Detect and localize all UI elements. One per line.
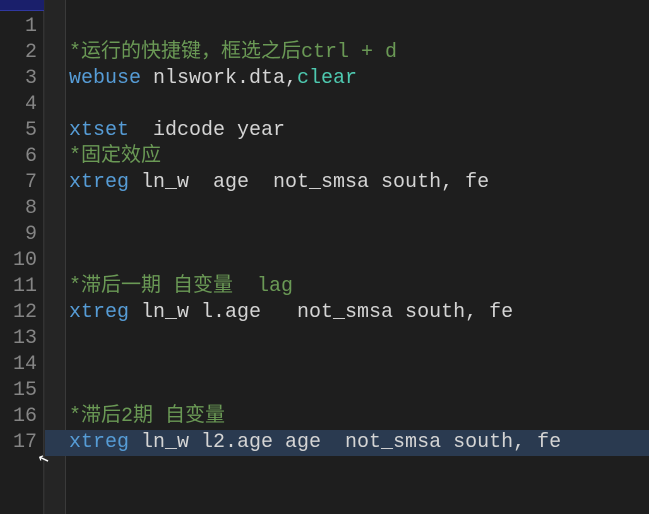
code-line[interactable]: *运行的快捷键，框选之后ctrl + d <box>45 40 649 66</box>
line-number: 7 <box>0 170 37 196</box>
line-number: 3 <box>0 66 37 92</box>
code-token: webuse <box>69 67 141 90</box>
code-editor[interactable]: 1234567891011121314151617 *运行的快捷键，框选之后ct… <box>0 0 649 514</box>
code-line[interactable] <box>45 222 649 248</box>
code-line[interactable] <box>45 352 649 378</box>
code-line[interactable] <box>45 326 649 352</box>
code-line[interactable]: *滞后一期 自变量 lag <box>45 274 649 300</box>
line-number: 1 <box>0 14 37 40</box>
code-token: ln_w l2.age age not_smsa south, fe <box>129 431 561 454</box>
code-line[interactable] <box>45 378 649 404</box>
code-token: idcode year <box>129 119 285 142</box>
line-number: 11 <box>0 274 37 300</box>
code-token: *固定效应 <box>69 145 161 168</box>
code-token: *滞后2期 自变量 <box>69 405 225 428</box>
code-token: clear <box>297 67 357 90</box>
line-number: 9 <box>0 222 37 248</box>
code-area[interactable]: *运行的快捷键，框选之后ctrl + dwebuse nlswork.dta,c… <box>44 0 649 514</box>
line-number: 16 <box>0 404 37 430</box>
code-token: *滞后一期 自变量 lag <box>69 275 293 298</box>
code-token: xtreg <box>69 301 129 324</box>
code-token: nlswork.dta, <box>141 67 297 90</box>
line-number-gutter: 1234567891011121314151617 <box>0 0 44 514</box>
code-token: *运行的快捷键，框选之后ctrl + d <box>69 41 397 64</box>
code-line[interactable] <box>45 248 649 274</box>
line-number: 14 <box>0 352 37 378</box>
code-token: xtset <box>69 119 129 142</box>
code-line[interactable]: webuse nlswork.dta,clear <box>45 66 649 92</box>
line-number: 8 <box>0 196 37 222</box>
line-number: 5 <box>0 118 37 144</box>
code-token: xtreg <box>69 171 129 194</box>
code-line[interactable]: xtreg ln_w age not_smsa south, fe <box>45 170 649 196</box>
line-number: 13 <box>0 326 37 352</box>
line-number: 2 <box>0 40 37 66</box>
line-number: 10 <box>0 248 37 274</box>
code-token: ln_w l.age not_smsa south, fe <box>129 301 513 324</box>
code-line[interactable]: *固定效应 <box>45 144 649 170</box>
code-line[interactable] <box>45 14 649 40</box>
line-number: 6 <box>0 144 37 170</box>
code-line[interactable]: xtreg ln_w l.age not_smsa south, fe <box>45 300 649 326</box>
code-token: xtreg <box>69 431 129 454</box>
line-number: 17 <box>0 430 37 456</box>
code-line[interactable] <box>45 196 649 222</box>
code-line[interactable] <box>45 92 649 118</box>
code-line[interactable]: xtset idcode year <box>45 118 649 144</box>
code-line[interactable]: *滞后2期 自变量 <box>45 404 649 430</box>
line-number: 4 <box>0 92 37 118</box>
line-number: 15 <box>0 378 37 404</box>
line-number: 12 <box>0 300 37 326</box>
code-line[interactable]: xtreg ln_w l2.age age not_smsa south, fe <box>45 430 649 456</box>
code-token: ln_w age not_smsa south, fe <box>129 171 489 194</box>
